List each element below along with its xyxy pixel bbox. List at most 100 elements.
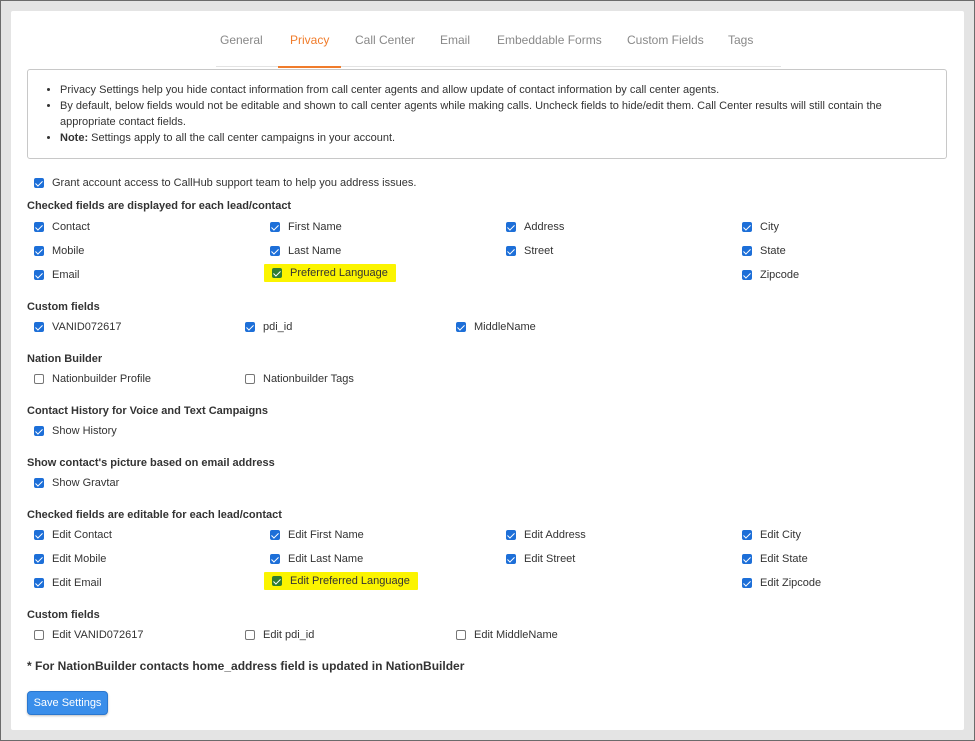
checkbox-label: Edit City bbox=[760, 529, 801, 541]
checkbox-label: Edit Last Name bbox=[288, 553, 364, 565]
checkbox-checked[interactable] bbox=[270, 530, 280, 540]
checkbox-label: Edit First Name bbox=[288, 529, 364, 541]
checkbox-label: Edit Preferred Language bbox=[290, 575, 410, 587]
checkbox-checked[interactable] bbox=[506, 246, 516, 256]
checkbox-unchecked[interactable] bbox=[245, 630, 255, 640]
checkbox-label: Nationbuilder Tags bbox=[263, 373, 354, 385]
checkbox-checked[interactable] bbox=[245, 322, 255, 332]
checkbox-label: Edit MiddleName bbox=[474, 629, 558, 641]
save-settings-button[interactable]: Save Settings bbox=[27, 691, 108, 715]
checkbox-checked[interactable] bbox=[34, 270, 44, 280]
checkbox-checked[interactable] bbox=[742, 530, 752, 540]
checkbox-label: State bbox=[760, 245, 786, 257]
display-zipcode-checkbox[interactable]: Zipcode bbox=[742, 269, 799, 281]
display-email-checkbox[interactable]: Email bbox=[34, 269, 80, 281]
nationbuilder-profile-checkbox[interactable]: Nationbuilder Profile bbox=[34, 373, 151, 385]
nation-builder-heading: Nation Builder bbox=[27, 353, 103, 365]
display-middle-name-checkbox[interactable]: MiddleName bbox=[456, 321, 536, 333]
checkbox-label: Address bbox=[524, 221, 565, 233]
checkbox-checked[interactable] bbox=[272, 268, 282, 278]
checkbox-checked[interactable] bbox=[272, 576, 282, 586]
checkbox-checked[interactable] bbox=[34, 578, 44, 588]
edit-street-checkbox[interactable]: Edit Street bbox=[506, 553, 575, 565]
edit-state-checkbox[interactable]: Edit State bbox=[742, 553, 808, 565]
tab-email[interactable]: Email bbox=[440, 31, 470, 67]
checkbox-label: Edit Mobile bbox=[52, 553, 107, 565]
show-gravatar-checkbox[interactable]: Show Gravtar bbox=[34, 477, 119, 489]
edit-address-checkbox[interactable]: Edit Address bbox=[506, 529, 586, 541]
edit-pdi-id-checkbox[interactable]: Edit pdi_id bbox=[245, 629, 314, 641]
checkbox-checked[interactable] bbox=[34, 530, 44, 540]
checkbox-label: Edit Contact bbox=[52, 529, 112, 541]
grant-access-checkbox[interactable]: Grant account access to CallHub support … bbox=[34, 177, 416, 189]
checkbox-checked[interactable] bbox=[34, 478, 44, 488]
checkbox-checked[interactable] bbox=[742, 554, 752, 564]
edit-custom-fields-heading: Custom fields bbox=[27, 609, 100, 621]
tab-tags[interactable]: Tags bbox=[728, 31, 753, 67]
checkbox-checked[interactable] bbox=[506, 530, 516, 540]
checkbox-label: Preferred Language bbox=[290, 267, 388, 279]
checkbox-checked[interactable] bbox=[270, 246, 280, 256]
checkbox-checked[interactable] bbox=[34, 222, 44, 232]
checkbox-label: Show History bbox=[52, 425, 117, 437]
edit-zipcode-checkbox[interactable]: Edit Zipcode bbox=[742, 577, 821, 589]
edit-email-checkbox[interactable]: Edit Email bbox=[34, 577, 102, 589]
checkbox-label: Contact bbox=[52, 221, 90, 233]
checkbox-checked[interactable] bbox=[742, 222, 752, 232]
checkbox-checked[interactable] bbox=[270, 222, 280, 232]
display-preferred-language-checkbox[interactable]: Preferred Language bbox=[264, 264, 396, 282]
checkbox-checked[interactable] bbox=[34, 322, 44, 332]
info-item: Privacy Settings help you hide contact i… bbox=[60, 82, 928, 98]
checkbox-checked[interactable] bbox=[34, 426, 44, 436]
display-contact-checkbox[interactable]: Contact bbox=[34, 221, 90, 233]
checkbox-checked[interactable] bbox=[456, 322, 466, 332]
checkbox-checked[interactable] bbox=[742, 578, 752, 588]
checkbox-checked[interactable] bbox=[742, 246, 752, 256]
checkbox-checked[interactable] bbox=[34, 554, 44, 564]
display-first-name-checkbox[interactable]: First Name bbox=[270, 221, 342, 233]
info-item: Note: Settings apply to all the call cen… bbox=[60, 130, 928, 146]
checkbox-checked[interactable] bbox=[34, 246, 44, 256]
tab-general[interactable]: General bbox=[220, 31, 263, 67]
display-city-checkbox[interactable]: City bbox=[742, 221, 779, 233]
nationbuilder-footnote: * For NationBuilder contacts home_addres… bbox=[27, 659, 465, 673]
edit-city-checkbox[interactable]: Edit City bbox=[742, 529, 801, 541]
checkbox-checked[interactable] bbox=[742, 270, 752, 280]
display-street-checkbox[interactable]: Street bbox=[506, 245, 553, 257]
edit-middle-name-checkbox[interactable]: Edit MiddleName bbox=[456, 629, 558, 641]
checkbox-label: VANID072617 bbox=[52, 321, 122, 333]
checkbox-label: Email bbox=[52, 269, 80, 281]
checkbox-unchecked[interactable] bbox=[34, 630, 44, 640]
checkbox-unchecked[interactable] bbox=[245, 374, 255, 384]
checkbox-label: Grant account access to CallHub support … bbox=[52, 177, 417, 189]
tab-custom-fields[interactable]: Custom Fields bbox=[627, 31, 704, 67]
display-last-name-checkbox[interactable]: Last Name bbox=[270, 245, 341, 257]
nationbuilder-tags-checkbox[interactable]: Nationbuilder Tags bbox=[245, 373, 354, 385]
checkbox-checked[interactable] bbox=[270, 554, 280, 564]
checkbox-unchecked[interactable] bbox=[34, 374, 44, 384]
display-vanid-checkbox[interactable]: VANID072617 bbox=[34, 321, 122, 333]
info-text: By default, below fields would not be ed… bbox=[60, 100, 882, 128]
edit-preferred-language-checkbox[interactable]: Edit Preferred Language bbox=[264, 572, 418, 590]
checkbox-label: Zipcode bbox=[760, 269, 800, 281]
checkbox-checked[interactable] bbox=[506, 554, 516, 564]
checkbox-checked[interactable] bbox=[506, 222, 516, 232]
show-history-checkbox[interactable]: Show History bbox=[34, 425, 117, 437]
display-state-checkbox[interactable]: State bbox=[742, 245, 786, 257]
display-address-checkbox[interactable]: Address bbox=[506, 221, 564, 233]
checkbox-label: Edit Address bbox=[524, 529, 586, 541]
checkbox-checked[interactable] bbox=[34, 178, 44, 188]
checkbox-unchecked[interactable] bbox=[456, 630, 466, 640]
tab-call-center[interactable]: Call Center bbox=[355, 31, 415, 67]
tab-privacy[interactable]: Privacy bbox=[277, 31, 342, 68]
checkbox-label: Edit Email bbox=[52, 577, 102, 589]
display-pdi-id-checkbox[interactable]: pdi_id bbox=[245, 321, 292, 333]
edit-first-name-checkbox[interactable]: Edit First Name bbox=[270, 529, 364, 541]
note-text: Settings apply to all the call center ca… bbox=[88, 132, 396, 144]
edit-mobile-checkbox[interactable]: Edit Mobile bbox=[34, 553, 106, 565]
display-mobile-checkbox[interactable]: Mobile bbox=[34, 245, 84, 257]
edit-last-name-checkbox[interactable]: Edit Last Name bbox=[270, 553, 363, 565]
edit-vanid-checkbox[interactable]: Edit VANID072617 bbox=[34, 629, 144, 641]
edit-contact-checkbox[interactable]: Edit Contact bbox=[34, 529, 112, 541]
tab-embeddable-forms[interactable]: Embeddable Forms bbox=[497, 31, 602, 67]
